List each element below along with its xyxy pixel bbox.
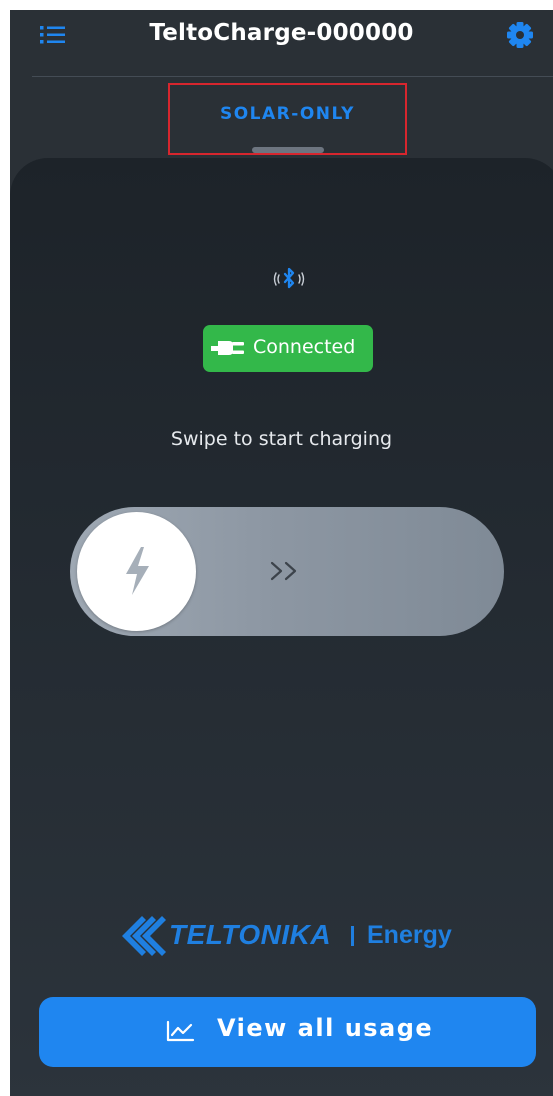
brand-product: Energy xyxy=(367,921,452,949)
brand-name: TELTONIKA xyxy=(169,919,332,950)
line-chart-icon xyxy=(166,1020,195,1042)
brand-logo: TELTONIKA Energy xyxy=(116,914,461,958)
slider-knob[interactable] xyxy=(77,512,196,631)
view-all-usage-label: View all usage xyxy=(217,1014,434,1042)
gear-icon xyxy=(507,22,533,48)
view-all-usage-button[interactable]: View all usage xyxy=(39,997,536,1067)
phone-screen: TeltoCharge-000000 SOLAR-ONLY Connected … xyxy=(10,10,553,1096)
sheet-drag-handle[interactable] xyxy=(252,147,324,153)
charging-mode-selector[interactable]: SOLAR-ONLY xyxy=(168,83,407,155)
charging-mode-label: SOLAR-ONLY xyxy=(219,104,355,124)
app-header: TeltoCharge-000000 xyxy=(10,10,553,76)
swipe-hint: Swipe to start charging xyxy=(170,428,393,450)
swipe-to-charge-slider[interactable] xyxy=(70,507,504,636)
double-chevron-right-icon xyxy=(270,561,297,581)
header-divider xyxy=(32,76,553,77)
plug-icon xyxy=(211,341,244,355)
connection-status-label: Connected xyxy=(253,336,356,358)
page-title: TeltoCharge-000000 xyxy=(149,20,414,46)
lightning-bolt-icon xyxy=(126,547,149,595)
connection-status-badge: Connected xyxy=(203,325,373,372)
settings-button[interactable] xyxy=(505,20,535,50)
bluetooth-signal-icon xyxy=(273,267,305,289)
teltonika-logo-icon xyxy=(122,916,166,956)
brand-separator xyxy=(351,926,354,946)
